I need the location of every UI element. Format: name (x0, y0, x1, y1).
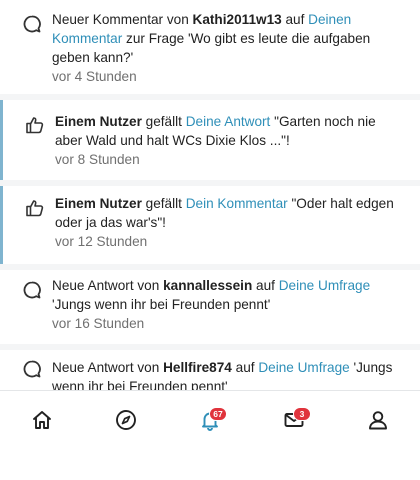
notification-text: Einem Nutzer gefällt Dein Kommentar "Ode… (55, 194, 406, 251)
notification-text: Einem Nutzer gefällt Deine Antwort "Gart… (55, 112, 406, 169)
notifications-badge: 67 (209, 407, 227, 421)
notification-item[interactable]: Neue Antwort von kannallessein auf Deine… (0, 270, 420, 344)
comment-icon (23, 15, 41, 33)
notification-time: vor 16 Stunden (52, 316, 145, 331)
notification-time: vor 4 Stunden (52, 69, 137, 84)
bottom-navigation: 67 3 (0, 390, 420, 451)
notification-time: vor 12 Stunden (55, 234, 148, 249)
compass-icon (116, 410, 136, 430)
target-link[interactable]: Dein Kommentar (186, 196, 288, 211)
username[interactable]: Kathi2011w13 (193, 12, 282, 27)
username[interactable]: kannallessein (163, 278, 252, 293)
username[interactable]: Hellfire874 (163, 360, 232, 375)
username: Einem Nutzer (55, 114, 142, 129)
nav-notifications[interactable]: 67 (188, 401, 232, 441)
username: Einem Nutzer (55, 196, 142, 211)
nav-profile[interactable] (356, 401, 400, 441)
home-icon (33, 411, 51, 429)
blank-area (0, 451, 420, 480)
notification-text: Neuer Kommentar von Kathi2011w13 auf Dei… (52, 10, 406, 86)
messages-badge: 3 (293, 407, 311, 421)
notification-item[interactable]: Einem Nutzer gefällt Deine Antwort "Gart… (0, 100, 420, 180)
notification-time: vor 8 Stunden (55, 152, 140, 167)
nav-home[interactable] (20, 401, 64, 441)
comment-icon (23, 281, 41, 299)
notification-item[interactable]: Einem Nutzer gefällt Dein Kommentar "Ode… (0, 186, 420, 264)
thumbs-up-icon (26, 117, 44, 134)
thumbs-up-icon (26, 200, 44, 217)
notification-text: Neue Antwort von Hellfire874 auf Deine U… (52, 360, 393, 390)
nav-messages[interactable]: 3 (272, 401, 316, 441)
nav-explore[interactable] (104, 401, 148, 441)
target-link[interactable]: Deine Antwort (186, 114, 271, 129)
notification-text: Neue Antwort von kannallessein auf Deine… (52, 276, 406, 333)
notification-feed: Neuer Kommentar von Kathi2011w13 auf Dei… (0, 0, 420, 390)
comment-icon (23, 360, 41, 378)
user-icon (369, 411, 387, 430)
notification-item[interactable]: Neuer Kommentar von Kathi2011w13 auf Dei… (0, 0, 420, 94)
target-link[interactable]: Deine Umfrage (279, 278, 370, 293)
notification-item[interactable]: Neue Antwort von Hellfire874 auf Deine U… (0, 350, 420, 390)
target-link[interactable]: Deine Umfrage (258, 360, 349, 375)
